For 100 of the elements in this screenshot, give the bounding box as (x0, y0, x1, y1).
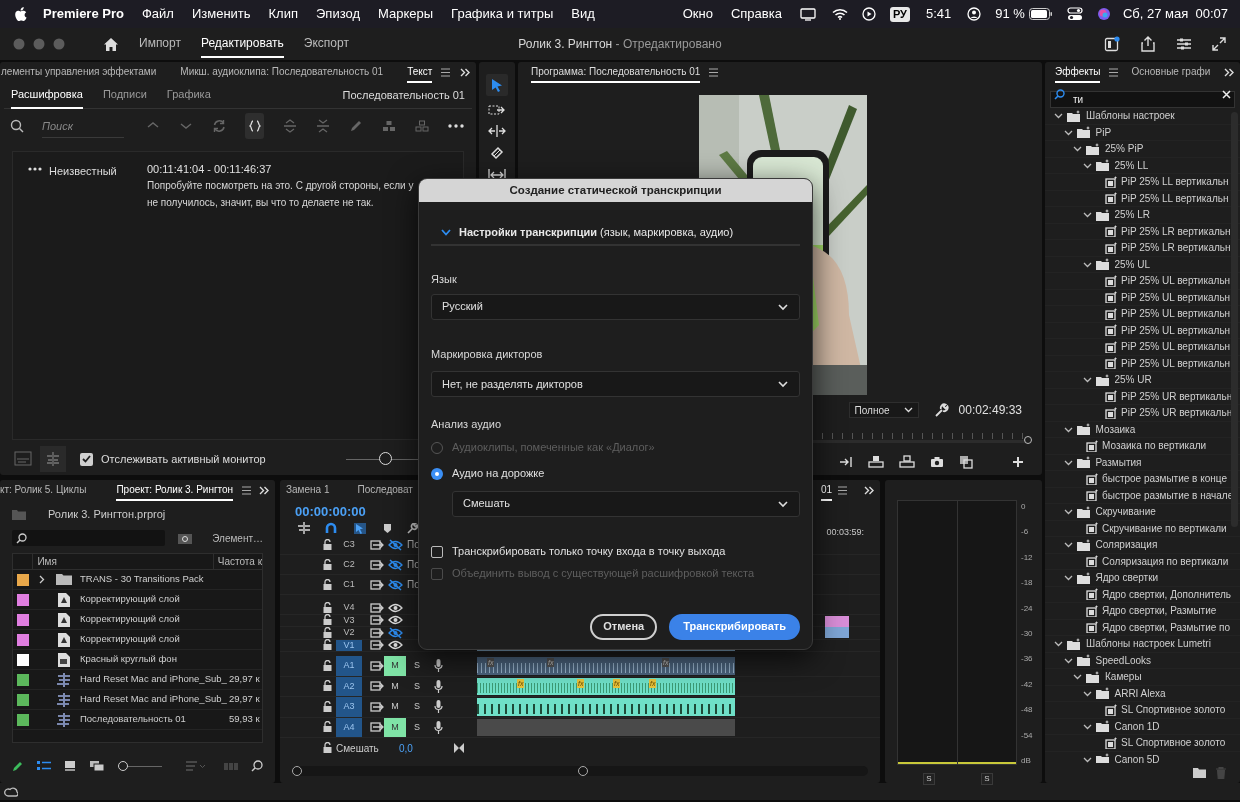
panel-tab[interactable]: Текст (407, 62, 433, 83)
horizontal-scrollbar[interactable] (292, 766, 868, 776)
transcribe-button[interactable]: Транскрибировать (669, 613, 800, 640)
sync-lock-icon[interactable] (370, 680, 384, 693)
window-control-icon[interactable] (13, 38, 25, 50)
transcript-tab[interactable]: Подписи (102, 82, 147, 109)
radio-button[interactable] (431, 467, 443, 480)
sync-lock-icon[interactable] (370, 721, 384, 734)
play-icon[interactable] (861, 7, 876, 21)
insert-icon[interactable] (839, 455, 853, 469)
lock-icon[interactable] (322, 626, 333, 639)
panel-menu-icon[interactable] (837, 485, 848, 496)
wrench-icon[interactable] (934, 403, 949, 417)
split-segment-icon[interactable] (415, 119, 429, 133)
project-row[interactable]: Hard Reset Mac and iPhone_Sub_ 29,97 к (13, 670, 262, 690)
user-icon[interactable] (967, 7, 982, 21)
lock-icon[interactable] (322, 742, 333, 754)
fullscreen-icon[interactable] (1212, 37, 1226, 51)
solo-button[interactable]: S (981, 773, 993, 785)
lock-icon[interactable] (322, 601, 333, 614)
project-row[interactable]: Последовательность 01 59,93 к (13, 710, 262, 730)
mix-value[interactable]: 0,0 (399, 740, 454, 756)
align-button[interactable] (40, 446, 66, 472)
project-row[interactable]: TRANS - 30 Transitions Pack (13, 570, 262, 590)
menu-item[interactable]: Вид (571, 4, 595, 24)
tree-item[interactable]: Ядро свертки, Размытие по (1045, 619, 1240, 636)
tree-item[interactable]: ARRI Alexa (1045, 685, 1240, 702)
column-header[interactable]: Имя (33, 554, 214, 569)
checkbox[interactable] (431, 545, 443, 558)
column-header[interactable]: Частота к (213, 554, 262, 569)
panel-tab[interactable]: Замена 1 (286, 480, 330, 501)
solo-toggle[interactable]: S (406, 659, 428, 673)
track-select-icon[interactable] (488, 103, 506, 117)
dropdown[interactable]: Смешать (452, 490, 800, 517)
project-row[interactable]: Красный круглый фон (13, 650, 262, 670)
project-row[interactable]: Hard Reset Mac and iPhone_Sub_ 29,97 к (13, 690, 262, 710)
assistant-icon[interactable] (1096, 7, 1111, 21)
sliders-icon[interactable] (1176, 37, 1192, 51)
checkbox-label[interactable]: Транскрибировать только точку входа в точку выхода (452, 543, 726, 560)
menu-item[interactable]: Файл (141, 4, 174, 24)
panel-tab[interactable]: Проект: Ролик 3. Рингтон (116, 480, 234, 501)
tree-item[interactable]: Камеры (1045, 669, 1240, 686)
sync-lock-icon[interactable] (370, 601, 384, 614)
extract-icon[interactable] (899, 455, 915, 469)
tree-item[interactable]: SL Спортивное золото (1045, 735, 1240, 752)
expand-icon[interactable] (283, 119, 297, 133)
window-control-icon[interactable] (33, 38, 45, 50)
razor-icon[interactable] (489, 145, 505, 161)
selection-tool[interactable] (486, 74, 508, 96)
speaker-menu-icon[interactable] (28, 167, 42, 171)
menu-item[interactable]: Изменить (191, 4, 251, 24)
audio-clip[interactable] (477, 698, 735, 716)
chevron-down-icon[interactable] (1073, 144, 1082, 154)
mute-toggle[interactable]: M (384, 656, 406, 676)
eye-hidden-icon[interactable] (387, 578, 403, 591)
panel-tab[interactable]: Программа: Последовательность 01 (531, 62, 701, 83)
eye-hidden-icon[interactable] (387, 558, 403, 571)
marker-icon[interactable] (383, 522, 392, 534)
sync-lock-icon[interactable] (370, 558, 384, 571)
creative-cloud-icon[interactable] (4, 785, 18, 798)
checkbox[interactable] (80, 452, 93, 466)
track-target[interactable]: C2 (336, 555, 362, 574)
more-panels-icon[interactable] (460, 67, 470, 78)
chevron-down-icon[interactable] (1063, 573, 1073, 583)
sync-lock-icon[interactable] (370, 578, 384, 591)
video-clip[interactable] (825, 615, 849, 627)
lock-icon[interactable] (322, 680, 333, 693)
pencil-icon[interactable] (12, 760, 24, 772)
insert-nest-icon[interactable] (297, 522, 311, 534)
sync-lock-icon[interactable] (370, 614, 384, 627)
compare-icon[interactable] (959, 455, 973, 469)
chevron-down-icon[interactable] (1063, 540, 1073, 550)
fit-icon[interactable] (454, 743, 464, 753)
slider-thumb[interactable] (379, 452, 392, 465)
panel-tab[interactable]: кт: Ролик 5. Циклы (0, 480, 87, 501)
search-icon[interactable] (10, 119, 24, 133)
dropdown[interactable]: Русский (431, 293, 800, 320)
icon-view-icon[interactable] (64, 760, 76, 772)
microphone-icon[interactable] (434, 679, 443, 693)
section-header[interactable]: Настройки транскрипции (язык, маркировка, аудио) (431, 222, 800, 246)
lock-icon[interactable] (322, 558, 333, 571)
thumbnail-slider[interactable] (118, 761, 162, 771)
chevron-down-icon[interactable] (1082, 210, 1092, 220)
camera-icon[interactable] (930, 456, 944, 468)
solo-toggle[interactable]: S (406, 720, 428, 734)
project-row[interactable]: Корректирующий слой (13, 630, 262, 650)
tree-item[interactable]: Canon 1D (1045, 718, 1240, 735)
mute-toggle[interactable]: M (384, 697, 406, 717)
search-bin-icon[interactable] (178, 532, 193, 544)
project-row[interactable]: Корректирующий слой (13, 590, 262, 610)
microphone-icon[interactable] (434, 720, 443, 734)
chevron-down-icon[interactable] (1054, 111, 1063, 121)
more-panels-icon[interactable] (864, 485, 874, 496)
lock-icon[interactable] (322, 700, 333, 713)
panel-tab[interactable]: лементы управления эффектами (1, 62, 157, 83)
tree-item[interactable]: Ядро свертки (1045, 570, 1240, 587)
track-target[interactable]: A2 (336, 676, 362, 696)
workspace-tab[interactable]: Редактировать (200, 30, 284, 58)
lock-icon[interactable] (322, 538, 333, 551)
search-field[interactable]: ти (1050, 91, 1235, 108)
